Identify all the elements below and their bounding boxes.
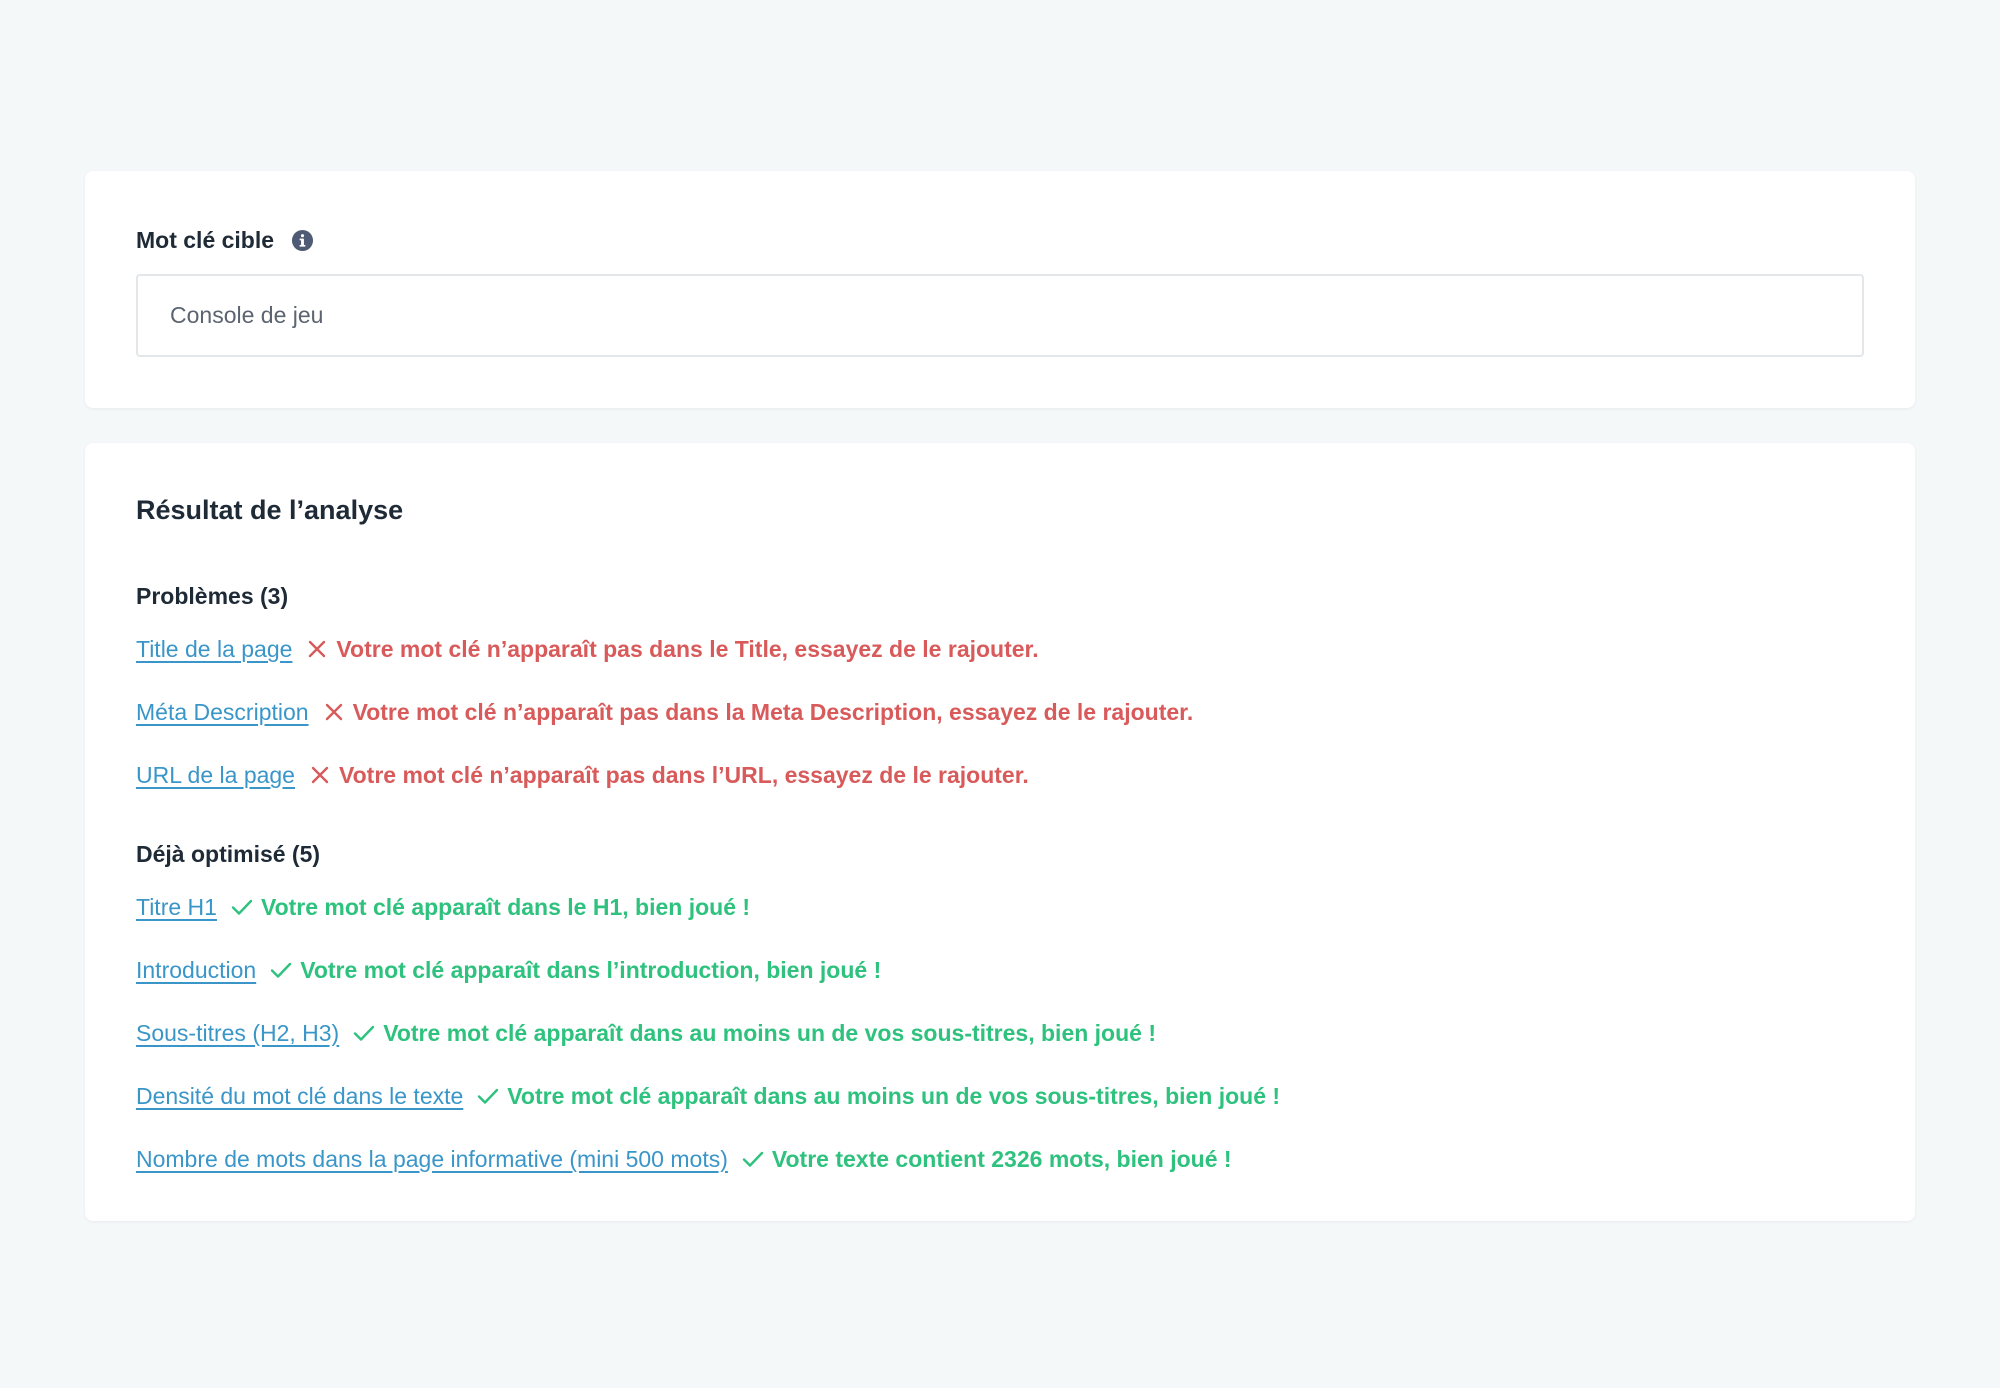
cross-icon — [309, 764, 331, 786]
problem-message: Votre mot clé n’apparaît pas dans la Met… — [352, 698, 1194, 725]
success-message: Votre mot clé apparaît dans au moins un … — [507, 1082, 1281, 1109]
keyword-label-row: Mot clé cible — [136, 223, 314, 257]
success-message: Votre mot clé apparaît dans l’introducti… — [300, 956, 882, 983]
check-link-url[interactable]: URL de la page — [136, 762, 295, 789]
checkmark-icon — [742, 1148, 764, 1170]
check-link-meta-description[interactable]: Méta Description — [136, 699, 309, 726]
optimized-row-subtitles: Sous-titres (H2, H3) Votre mot clé appar… — [136, 1016, 1156, 1050]
optimized-row-word-count: Nombre de mots dans la page informative … — [136, 1142, 1232, 1176]
check-link-title[interactable]: Title de la page — [136, 636, 292, 663]
checkmark-icon — [477, 1085, 499, 1107]
problem-message: Votre mot clé n’apparaît pas dans le Tit… — [336, 635, 1039, 662]
results-card: Résultat de l’analyse Problèmes (3) Titl… — [85, 443, 1915, 1221]
checkmark-icon — [231, 896, 253, 918]
problem-row-url: URL de la page Votre mot clé n’apparaît … — [136, 758, 1029, 792]
problem-message: Votre mot clé n’apparaît pas dans l’URL,… — [338, 761, 1029, 788]
success-message: Votre texte contient 2326 mots, bien jou… — [771, 1145, 1232, 1172]
problem-row-title: Title de la page Votre mot clé n’apparaî… — [136, 632, 1039, 666]
problems-title: Problèmes (3) — [136, 583, 289, 609]
optimized-title: Déjà optimisé (5) — [136, 841, 321, 867]
success-message: Votre mot clé apparaît dans au moins un … — [383, 1019, 1156, 1046]
checkmark-icon — [270, 959, 292, 981]
problem-row-meta-description: Méta Description Votre mot clé n’apparaî… — [136, 695, 1193, 729]
optimized-row-keyword-density: Densité du mot clé dans le texte Votre m… — [136, 1079, 1280, 1113]
check-link-keyword-density[interactable]: Densité du mot clé dans le texte — [136, 1083, 463, 1110]
cross-icon — [306, 638, 328, 660]
check-link-h1[interactable]: Titre H1 — [136, 894, 217, 921]
check-link-subtitles[interactable]: Sous-titres (H2, H3) — [136, 1020, 339, 1047]
optimized-row-h1: Titre H1 Votre mot clé apparaît dans le … — [136, 890, 750, 924]
keyword-card: Mot clé cible — [85, 171, 1915, 408]
info-circle-icon[interactable] — [291, 229, 314, 252]
results-title: Résultat de l’analyse — [136, 495, 404, 525]
cross-icon — [323, 701, 345, 723]
keyword-label: Mot clé cible — [136, 226, 275, 253]
check-link-word-count[interactable]: Nombre de mots dans la page informative … — [136, 1146, 728, 1173]
optimized-row-introduction: Introduction Votre mot clé apparaît dans… — [136, 953, 881, 987]
check-link-introduction[interactable]: Introduction — [136, 957, 256, 984]
checkmark-icon — [353, 1022, 375, 1044]
success-message: Votre mot clé apparaît dans le H1, bien … — [260, 893, 751, 920]
keyword-input[interactable] — [136, 274, 1864, 357]
